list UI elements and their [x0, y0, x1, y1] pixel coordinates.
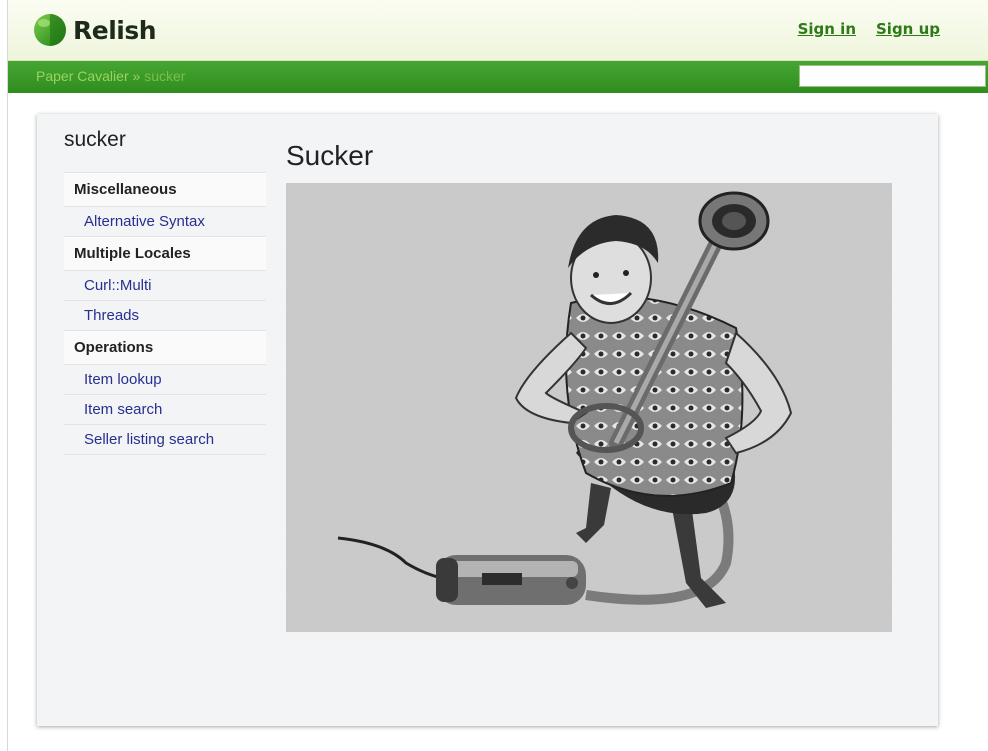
sidebar-group-operations: Operations	[64, 330, 266, 364]
breadcrumb: Paper Cavalier » sucker	[36, 68, 185, 84]
content-panel: sucker Miscellaneous Alternative Syntax …	[37, 114, 938, 726]
nav-bar: Paper Cavalier » sucker	[8, 61, 988, 93]
sidebar-item-item-search[interactable]: Item search	[64, 394, 266, 424]
sidebar-group-multiple-locales: Multiple Locales	[64, 236, 266, 270]
sidebar-item-seller-listing-search[interactable]: Seller listing search	[64, 424, 266, 454]
auth-links: Sign in Sign up	[798, 20, 940, 38]
sidebar-title: sucker	[64, 128, 126, 151]
sidebar-item-threads[interactable]: Threads	[64, 300, 266, 330]
feature-image	[286, 183, 892, 632]
breadcrumb-current: sucker	[144, 68, 186, 84]
sidebar: sucker Miscellaneous Alternative Syntax …	[64, 114, 266, 455]
sign-up-link[interactable]: Sign up	[876, 20, 940, 38]
sidebar-item-alternative-syntax[interactable]: Alternative Syntax	[64, 206, 266, 236]
breadcrumb-parent-link[interactable]: Paper Cavalier	[36, 68, 129, 84]
sidebar-group-miscellaneous: Miscellaneous	[64, 172, 266, 206]
relish-logo-icon	[34, 14, 66, 46]
site-header: Relish Sign in Sign up	[8, 0, 988, 61]
woman-vacuum-illustration	[286, 183, 892, 632]
page-title: Sucker	[286, 140, 374, 171]
sidebar-item-item-lookup[interactable]: Item lookup	[64, 364, 266, 394]
site-logo[interactable]: Relish	[33, 12, 157, 48]
breadcrumb-separator: »	[132, 68, 141, 84]
logo-text: Relish	[73, 15, 157, 45]
sidebar-divider	[64, 454, 266, 455]
sign-in-link[interactable]: Sign in	[798, 20, 856, 38]
sidebar-item-curl-multi[interactable]: Curl::Multi	[64, 270, 266, 300]
window-left-edge	[0, 0, 8, 751]
search-input[interactable]	[799, 65, 986, 87]
